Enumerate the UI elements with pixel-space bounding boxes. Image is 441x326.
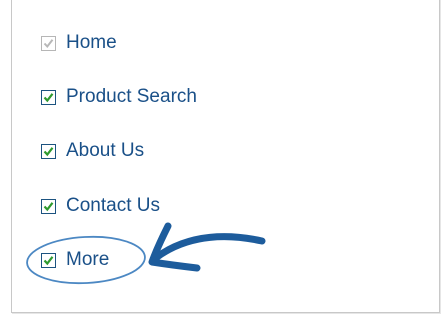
menu-item-more[interactable]: More xyxy=(41,248,109,272)
menu-item-contact-us[interactable]: Contact Us xyxy=(41,194,160,218)
menu-item-label: About Us xyxy=(66,140,145,161)
checkbox-checked-icon[interactable] xyxy=(41,143,56,159)
menu-item-about-us[interactable]: About Us xyxy=(41,139,144,163)
checkbox-checked-icon[interactable] xyxy=(41,252,56,268)
menu-item-label: Home xyxy=(66,32,117,53)
menu-item-label: More xyxy=(66,249,110,270)
menu-item-product-search[interactable]: Product Search xyxy=(41,85,197,109)
navigation-panel: Home Product Search About Us Contact Us … xyxy=(11,0,440,313)
menu-item-label: Product Search xyxy=(66,86,197,107)
menu-item-home[interactable]: Home xyxy=(41,31,117,55)
menu-item-label: Contact Us xyxy=(66,195,160,216)
checkbox-checked-icon[interactable] xyxy=(41,89,56,105)
checkbox-checked-disabled-icon[interactable] xyxy=(41,35,56,51)
checkbox-checked-icon[interactable] xyxy=(41,198,56,214)
